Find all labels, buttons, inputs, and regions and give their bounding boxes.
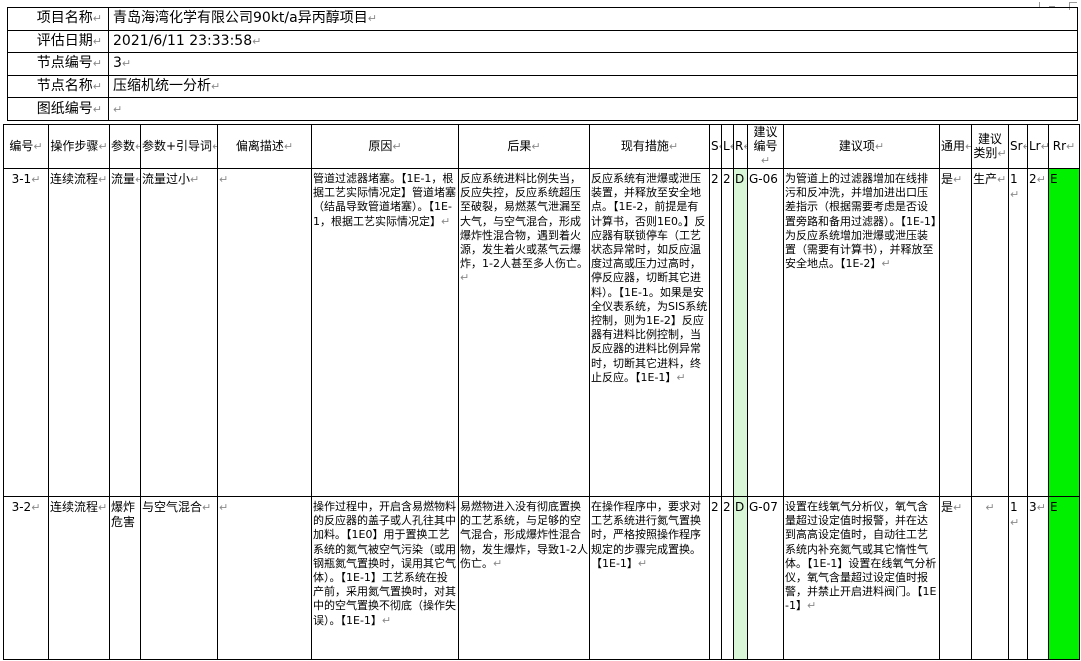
col-header-lr: Lr↵ [1027,124,1049,169]
info-label: 节点名称↵ [7,74,109,99]
cell-param-guide[interactable]: 流量过小↵ [140,168,218,497]
info-value[interactable]: 青岛海湾化学有限公司90kt/a异丙醇项目↵ [108,7,1078,31]
info-value[interactable]: ↵ [108,97,1078,121]
col-header-rec-id: 建议编号↵ [747,124,784,169]
cell-sr[interactable]: 1↵ [1008,496,1028,660]
cell-l[interactable]: 2 [721,168,734,497]
cell-recommendation[interactable]: 设置在线氧气分析仪，氧气含量超过设定值时报警，并在达到高高设定值时，自动往工艺系… [783,496,940,660]
cell-s[interactable]: 2 [709,168,722,497]
cell-param[interactable]: 流量↵ [109,168,141,497]
info-row-project-name: 项目名称↵ 青岛海湾化学有限公司90kt/a异丙醇项目↵ [7,7,1078,31]
info-value[interactable]: 2021/6/11 23:33:58↵ [108,29,1078,54]
table-header-row: 编号↵ 操作步骤↵ 参数↵ 参数+引导词↵ 偏离描述↵ 原因↵ 后果↵ 现有措施… [3,124,1080,169]
cell-general[interactable]: 是↵ [939,496,972,660]
project-info-table: 项目名称↵ 青岛海湾化学有限公司90kt/a异丙醇项目↵ 评估日期↵ 2021/… [7,7,1078,121]
col-header-recommendation: 建议项↵ [783,124,940,169]
cell-deviation[interactable]: ↵ [217,496,312,660]
cell-lr[interactable]: 3↵ [1027,496,1049,660]
cell-rec-id[interactable]: G-06 [747,168,784,497]
col-header-param-guide: 参数+引导词↵ [140,124,218,169]
cell-s[interactable]: 2 [709,496,722,660]
cell-id[interactable]: 3-2↵ [3,496,49,660]
col-header-s: S↵ [709,124,722,169]
cell-deviation[interactable]: ↵ [217,168,312,497]
cell-param-guide[interactable]: 与空气混合↵ [140,496,218,660]
col-header-sr: Sr↵ [1008,124,1028,169]
cell-rr[interactable]: E [1048,168,1080,497]
cell-general[interactable]: 是↵ [939,168,972,497]
cell-category[interactable]: 生产↵ [971,168,1009,497]
col-header-consequence: 后果↵ [458,124,590,169]
cell-param[interactable]: 爆炸危害 [109,496,141,660]
info-value[interactable]: 3↵ [108,52,1078,76]
hazop-analysis-table: 编号↵ 操作步骤↵ 参数↵ 参数+引导词↵ 偏离描述↵ 原因↵ 后果↵ 现有措施… [3,124,1080,660]
col-header-rr: Rr↵ [1048,124,1080,169]
cell-category[interactable]: ↵ [971,496,1009,660]
cell-r[interactable]: D [733,496,748,660]
cell-measures[interactable]: 反应系统有泄爆或泄压装置，并释放至安全地点。【1E-2，前提是有计算书，否则1E… [589,168,710,497]
info-row-node-id: 节点编号↵ 3↵ [7,52,1078,76]
col-header-step: 操作步骤↵ [48,124,110,169]
cell-cause[interactable]: 操作过程中，开启含易燃物料的反应器的盖子或人孔往其中加料。【1E0】用于置换工艺… [311,496,459,660]
col-header-measures: 现有措施↵ [589,124,710,169]
table-row: 3-1↵ 连续流程↵ 流量↵ 流量过小↵ ↵ 管道过滤器堵塞。【1E-1，根据工… [3,168,1080,497]
info-row-drawing-id: 图纸编号↵ ↵ [7,97,1078,121]
info-row-node-name: 节点名称↵ 压缩机统一分析↵ [7,74,1078,99]
cell-sr[interactable]: 1↵ [1008,168,1028,497]
info-value[interactable]: 压缩机统一分析↵ [108,74,1078,99]
cell-id[interactable]: 3-1↵ [3,168,49,497]
info-label: 节点编号↵ [7,52,109,76]
cell-step[interactable]: 连续流程↵ [48,496,110,660]
cell-r[interactable]: D [733,168,748,497]
info-label: 评估日期↵ [7,29,109,54]
info-label: 图纸编号↵ [7,97,109,121]
info-row-eval-date: 评估日期↵ 2021/6/11 23:33:58↵ [7,29,1078,54]
cell-l[interactable]: 2 [721,496,734,660]
cell-recommendation[interactable]: 为管道上的过滤器增加在线排污和反冲洗，并增加进出口压差指示（根据需要考虑是否设置… [783,168,940,497]
cell-consequence[interactable]: 易燃物进入没有彻底置换的工艺系统，与足够的空气混合，形成爆炸性混合物，发生爆炸，… [458,496,590,660]
cell-step[interactable]: 连续流程↵ [48,168,110,497]
col-header-r: R↵ [733,124,748,169]
col-header-cause: 原因↵ [311,124,459,169]
col-header-category: 建议类别↵ [971,124,1009,169]
cell-rec-id[interactable]: G-07 [747,496,784,660]
cell-consequence[interactable]: 反应系统进料比例失当，反应失控，反应系统超压至破裂，易燃蒸气泄漏至大气，与空气混… [458,168,590,497]
col-header-id: 编号↵ [3,124,49,169]
cell-cause[interactable]: 管道过滤器堵塞。【1E-1，根据工艺实际情况定】管道堵塞（结晶导致管道堵塞）。【… [311,168,459,497]
cell-measures[interactable]: 在操作程序中，要求对工艺系统进行氮气置换时，严格按照操作程序规定的步骤完成置换。… [589,496,710,660]
col-header-deviation: 偏离描述↵ [217,124,312,169]
table-row: 3-2↵ 连续流程↵ 爆炸危害 与空气混合↵ ↵ 操作过程中，开启含易燃物料的反… [3,496,1080,660]
info-label: 项目名称↵ [7,7,109,31]
cell-rr[interactable]: E [1048,496,1080,660]
cell-lr[interactable]: 2↵ [1027,168,1049,497]
col-header-general: 通用↵ [939,124,972,169]
col-header-param: 参数↵ [109,124,141,169]
col-header-l: L↵ [721,124,734,169]
